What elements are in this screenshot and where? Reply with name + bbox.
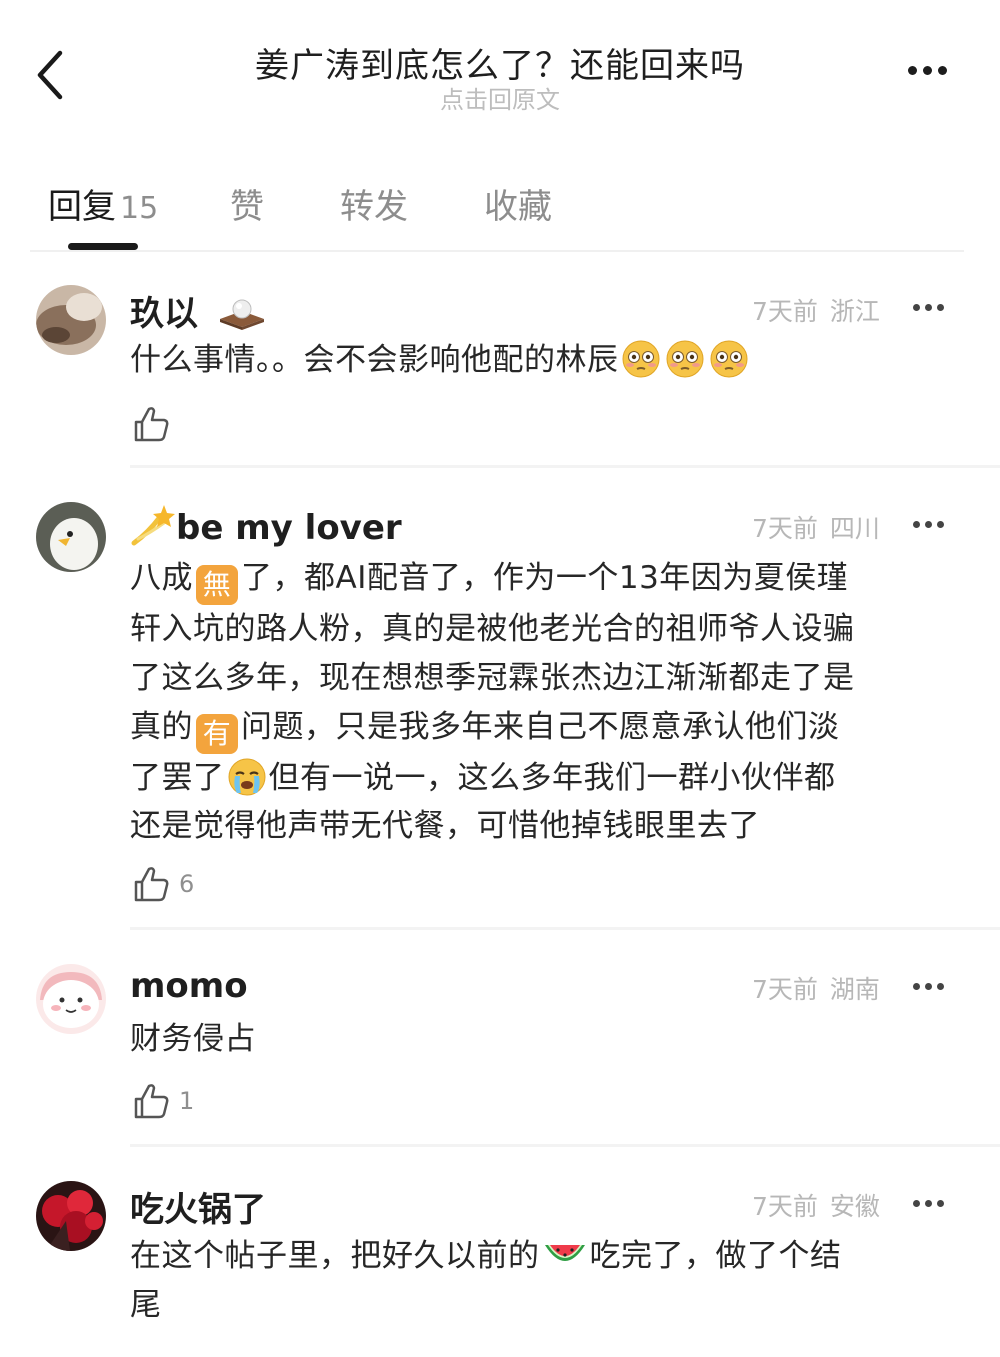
thumbs-up-icon [134, 407, 169, 442]
text-part: 但有一说一，这么多年我们一群小伙伴都 [268, 759, 836, 796]
avatar[interactable] [36, 502, 106, 572]
text-line: 轩入坑的路人粉，真的是被他老光合的祖师爷人设骗 [130, 611, 855, 647]
text-line: 真的有问题，只是我多年来自己不愿意承认他们淡 [130, 703, 960, 754]
comment-text: 财务侵占 [130, 1021, 256, 1057]
comment-meta: 7天前 四川 [752, 509, 880, 545]
flushed-face-emoji-icon [622, 340, 659, 378]
shooting-star-icon [131, 505, 175, 546]
text-line: 八成無了，都AI配音了，作为一个13年因为夏侯瑾 [130, 554, 960, 605]
username-row: 玖以 [130, 286, 268, 335]
tab-replies-count: 15 [120, 191, 159, 226]
comment-location: 安徽 [829, 1192, 880, 1221]
comment-time: 7天前 [752, 514, 818, 543]
wu-badge-emoji: 無 [196, 565, 238, 605]
more-options-icon[interactable] [908, 60, 958, 80]
tab-likes[interactable]: 赞 [230, 179, 264, 228]
like-count: 6 [179, 870, 195, 898]
text-part: 真的 [130, 708, 193, 745]
comment-divider [130, 465, 1000, 468]
crying-face-emoji-icon [228, 758, 265, 796]
comment-time: 7天前 [752, 297, 818, 326]
comment-text: 什么事情。。会不会影响他配的林辰 [130, 336, 960, 385]
thumbs-up-icon [134, 867, 169, 902]
flushed-face-emoji-icon [666, 340, 703, 378]
comment-divider [130, 1144, 1000, 1147]
text-part: 八成 [130, 560, 193, 596]
tabs-divider [30, 250, 964, 252]
active-tab-indicator [68, 243, 138, 250]
flushed-face-emoji-icon [710, 340, 747, 378]
text-part: 问题，只是我多年来自己不愿意承认他们淡 [241, 708, 840, 745]
comment-meta: 7天前 湖南 [752, 970, 880, 1006]
avatar[interactable] [36, 964, 106, 1034]
top-bar: 姜广涛到底怎么了？还能回来吗 点击回原文 [0, 0, 1000, 130]
like-button[interactable]: 6 [133, 864, 194, 904]
comment-meta: 7天前 安徽 [752, 1187, 880, 1223]
text-line: 了这么多年，现在想想季冠霖张杰边江渐渐都走了是 [130, 659, 855, 696]
comment-more-icon[interactable] [913, 1196, 963, 1208]
avatar[interactable] [36, 1181, 106, 1251]
comment-meta: 7天前 浙江 [752, 292, 880, 328]
tab-replies[interactable]: 回复 15 [48, 179, 158, 228]
like-count: 1 [179, 1087, 195, 1115]
text-line: 尾 [130, 1286, 162, 1323]
tab-replies-label: 回复 [48, 187, 116, 227]
pearl-badge-icon [219, 299, 264, 330]
tab-favorites[interactable]: 收藏 [484, 179, 552, 228]
comment-location: 浙江 [829, 297, 880, 326]
view-original-link[interactable]: 点击回原文 [0, 80, 1000, 115]
comment-divider [130, 927, 1000, 930]
username[interactable]: 吃火锅了 [130, 1182, 266, 1231]
username[interactable]: momo [130, 966, 248, 1006]
you-badge-emoji: 有 [196, 713, 238, 754]
thumbs-up-icon [134, 1084, 169, 1119]
comment-more-icon[interactable] [913, 300, 963, 312]
comment-time: 7天前 [752, 975, 818, 1004]
text-line: 还是觉得他声带无代餐，可惜他掉钱眼里去了 [130, 808, 760, 845]
comment-location: 湖南 [829, 975, 880, 1004]
text-part: 吃完了，做了个结 [589, 1238, 842, 1274]
username[interactable]: be my lover [176, 508, 402, 548]
text-part: 在这个帖子里，把好久以前的 [130, 1238, 540, 1274]
text-part: 了，都AI配音了，作为一个13年因为夏侯瑾 [241, 560, 849, 596]
tab-reposts[interactable]: 转发 [340, 179, 408, 228]
comment-more-icon[interactable] [913, 517, 963, 529]
like-button[interactable]: 1 [133, 1081, 194, 1121]
like-button[interactable] [133, 404, 169, 444]
comment-text: 八成無了，都AI配音了，作为一个13年因为夏侯瑾 轩入坑的路人粉，真的是被他老光… [130, 554, 960, 851]
text-line: 在这个帖子里，把好久以前的 吃完了，做了个结 [130, 1232, 960, 1281]
text-line: 了罢了 但有一说一，这么多年我们一群小伙伴都 [130, 754, 960, 803]
comment-location: 四川 [829, 514, 880, 543]
username[interactable]: 玖以 [130, 294, 198, 334]
comment-time: 7天前 [752, 1192, 818, 1221]
tab-bar: 回复 15 赞 转发 收藏 [0, 165, 1000, 255]
text-part: 了罢了 [130, 759, 225, 796]
comment-more-icon[interactable] [913, 979, 963, 991]
username-row: be my lover [130, 503, 402, 548]
avatar[interactable] [36, 285, 106, 355]
watermelon-emoji-icon [544, 1245, 585, 1261]
comment-text-part: 什么事情。。会不会影响他配的林辰 [130, 342, 619, 378]
comment-text: 在这个帖子里，把好久以前的 吃完了，做了个结 尾 [130, 1232, 960, 1330]
